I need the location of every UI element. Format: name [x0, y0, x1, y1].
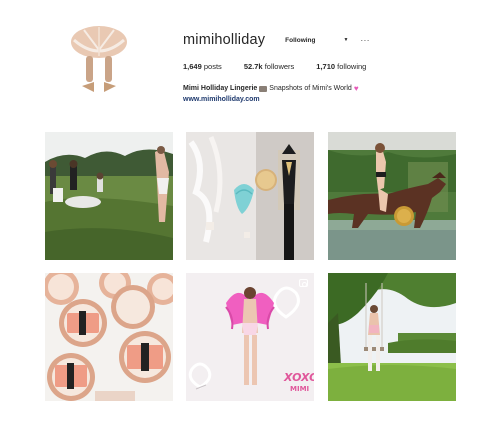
xoxo-text: XOXO — [284, 371, 314, 384]
post-tile[interactable] — [328, 132, 456, 260]
camera-icon — [259, 85, 268, 92]
profile-stats: 1,649 posts 52.7k followers 1,710 follow… — [183, 62, 483, 71]
posts-label: posts — [203, 62, 222, 71]
post-tile[interactable] — [186, 132, 314, 260]
profile-avatar[interactable] — [64, 22, 134, 98]
post-tile[interactable] — [45, 273, 173, 401]
followers-count: 52.7k — [243, 62, 263, 71]
website-link[interactable]: www.mimiholliday.com — [183, 96, 483, 103]
more-options-button[interactable]: ··· — [360, 36, 370, 45]
post-tile[interactable] — [45, 132, 173, 260]
posts-stat: 1,649 posts — [183, 62, 222, 71]
profile-title-row: mimiholliday Following ▼ ··· — [183, 30, 483, 50]
following-stat[interactable]: 1,710 following — [316, 62, 366, 71]
bio-name: Mimi Holliday Lingerie — [183, 85, 258, 92]
chevron-down-icon[interactable]: ▼ — [344, 37, 349, 43]
profile-header: mimiholliday Following ▼ ··· 1,649 posts… — [0, 0, 500, 120]
post-tile[interactable]: XOXO MIMI — [186, 273, 314, 401]
following-button[interactable]: Following — [283, 33, 318, 47]
video-icon — [299, 279, 308, 287]
profile-info: mimiholliday Following ▼ ··· 1,649 posts… — [183, 30, 483, 103]
posts-count: 1,649 — [183, 62, 202, 71]
post-tile[interactable] — [328, 273, 456, 401]
username: mimiholliday — [183, 32, 266, 48]
following-count: 1,710 — [316, 62, 336, 71]
heart-icon: ♥ — [353, 84, 359, 93]
bio-text: Snapshots of Mimi's World — [269, 85, 352, 92]
following-label: following — [337, 62, 367, 71]
profile-bio: Mimi Holliday Lingerie Snapshots of Mimi… — [183, 84, 483, 93]
mimi-text: MIMI — [290, 385, 310, 393]
followers-label: followers — [264, 62, 295, 71]
followers-stat[interactable]: 52.7k followers — [244, 62, 294, 71]
